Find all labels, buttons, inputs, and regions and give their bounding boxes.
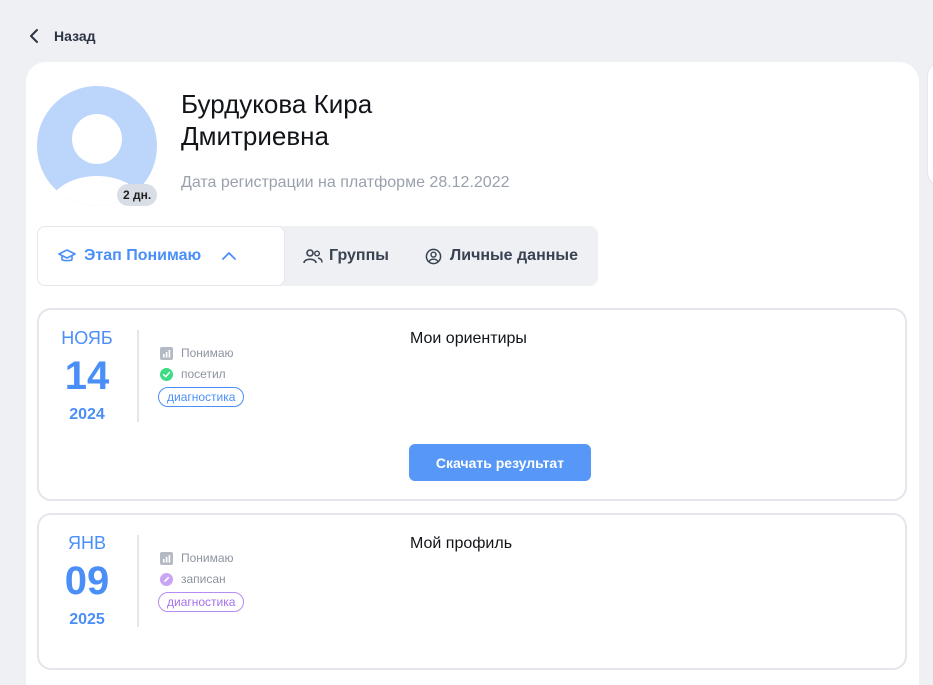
event-title: Мои ориентиры xyxy=(410,330,527,347)
name-line-2: Дмитриевна xyxy=(181,121,329,151)
user-circle-icon xyxy=(425,248,442,264)
student-name: Бурдукова Кира Дмитриевна xyxy=(181,88,372,152)
event-month: ЯНВ xyxy=(67,533,106,553)
name-line-1: Бурдукова Кира xyxy=(181,89,373,119)
event-year: 2025 xyxy=(69,611,105,628)
side-panel-edge xyxy=(928,62,933,186)
days-badge: 2 дн. xyxy=(117,184,158,206)
event-status-label: посетил xyxy=(181,367,226,381)
chevron-up-icon xyxy=(222,252,237,260)
date-divider xyxy=(137,330,139,422)
profile-tabs: Этап Понимаю Группы Личные данные xyxy=(37,226,598,286)
event-stage: Понимаю xyxy=(160,551,234,565)
users-icon xyxy=(303,249,323,264)
tab-personal-data[interactable]: Личные данные xyxy=(405,226,578,286)
pencil-circle-icon xyxy=(160,572,173,586)
event-tag: диагностика xyxy=(158,592,245,612)
tab-personal-data-label: Личные данные xyxy=(450,247,578,264)
event-stage-label: Понимаю xyxy=(181,551,234,565)
tab-stage[interactable]: Этап Понимаю xyxy=(37,226,285,286)
event-day: 09 xyxy=(64,559,110,603)
event-stage: Понимаю xyxy=(160,346,234,360)
download-result-button[interactable]: Скачать результат xyxy=(409,444,591,481)
event-stage-label: Понимаю xyxy=(181,346,234,360)
bar-chart-icon xyxy=(160,551,173,565)
event-tag: диагностика xyxy=(158,387,245,407)
tab-groups-label: Группы xyxy=(329,247,389,264)
graduation-cap-icon xyxy=(58,249,76,262)
chevron-left-icon xyxy=(30,29,38,43)
back-label: Назад xyxy=(54,28,96,44)
date-divider xyxy=(137,535,139,627)
back-link[interactable]: Назад xyxy=(28,28,96,44)
tab-stage-label: Этап Понимаю xyxy=(84,247,202,264)
tab-groups[interactable]: Группы xyxy=(285,226,405,286)
event-month: НОЯБ xyxy=(61,328,113,348)
check-circle-icon xyxy=(160,367,173,381)
profile-card: 2 дн. Бурдукова Кира Дмитриевна Дата рег… xyxy=(26,62,919,685)
event-status: посетил xyxy=(160,367,226,381)
event-card: НОЯБ 14 2024 Понимаю посетил диагностика… xyxy=(37,308,907,501)
bar-chart-icon xyxy=(160,346,173,360)
event-status: записан xyxy=(160,572,226,586)
event-year: 2024 xyxy=(69,406,105,423)
event-title: Мой профиль xyxy=(410,535,513,552)
registration-date: Дата регистрации на платформе 28.12.2022 xyxy=(181,174,510,191)
event-status-label: записан xyxy=(181,572,226,586)
event-card: ЯНВ 09 2025 Понимаю записан диагностика … xyxy=(37,513,907,670)
event-day: 14 xyxy=(64,354,110,398)
